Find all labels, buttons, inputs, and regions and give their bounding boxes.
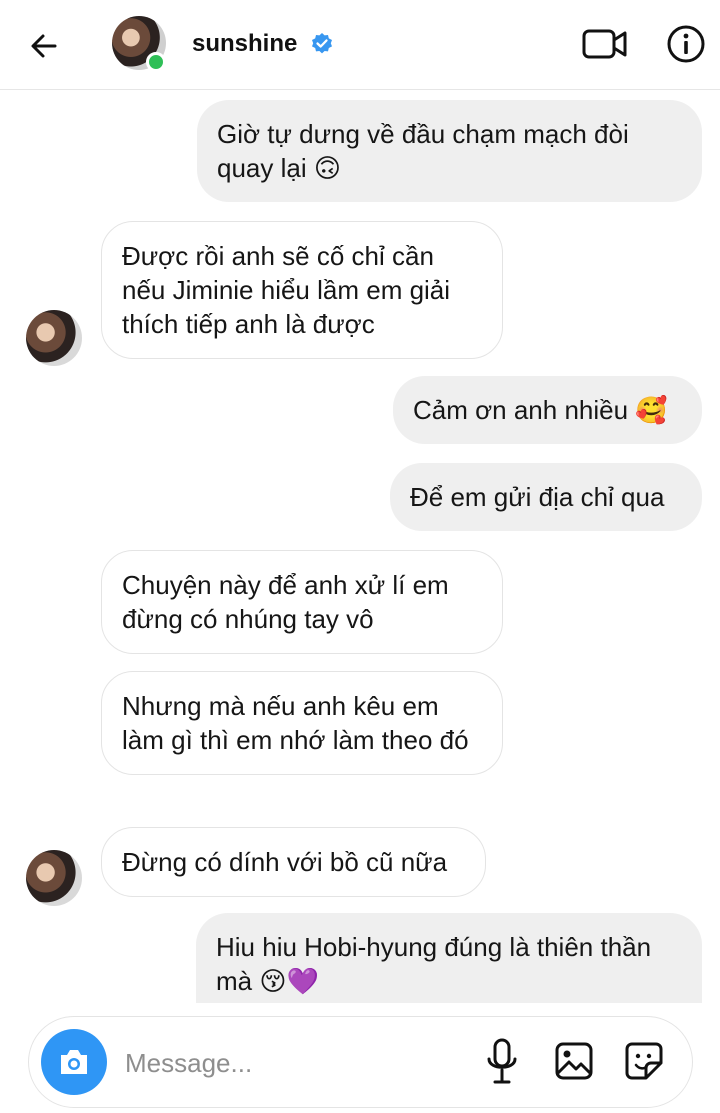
video-call-icon[interactable] xyxy=(582,26,628,62)
contact-avatar-small[interactable] xyxy=(26,310,82,366)
contact-avatar-small[interactable] xyxy=(26,850,82,906)
info-icon[interactable] xyxy=(666,24,706,64)
message-bubble-incoming[interactable]: Được rồi anh sẽ cố chỉ cần nếu Jiminie h… xyxy=(101,221,503,359)
back-arrow-icon xyxy=(31,34,57,58)
gallery-icon[interactable] xyxy=(554,1041,594,1081)
sticker-icon[interactable] xyxy=(624,1041,664,1081)
message-bubble-outgoing[interactable]: Để em gửi địa chỉ qua xyxy=(390,463,702,531)
message-composer xyxy=(28,1016,693,1108)
online-status-dot xyxy=(146,52,166,72)
message-bubble-outgoing[interactable]: Cảm ơn anh nhiều 🥰 xyxy=(393,376,702,444)
message-input[interactable] xyxy=(125,1043,425,1083)
message-bubble-incoming[interactable]: Nhưng mà nếu anh kêu em làm gì thì em nh… xyxy=(101,671,503,775)
camera-button[interactable] xyxy=(41,1029,107,1095)
message-bubble-incoming[interactable]: Chuyện này để anh xử lí em đừng có nhúng… xyxy=(101,550,503,654)
contact-name[interactable]: sunshine xyxy=(192,30,297,58)
microphone-icon[interactable] xyxy=(484,1037,520,1087)
camera-icon xyxy=(61,1050,87,1074)
chat-header: sunshine xyxy=(0,0,720,90)
message-bubble-incoming[interactable]: Đừng có dính với bồ cũ nữa xyxy=(101,827,486,897)
message-bubble-outgoing[interactable]: Giờ tự dưng về đầu chạm mạch đòi quay lạ… xyxy=(197,100,702,202)
verified-badge-icon xyxy=(312,33,332,54)
back-button[interactable] xyxy=(24,26,64,66)
message-bubble-outgoing[interactable]: Hiu hiu Hobi-hyung đúng là thiên thần mà… xyxy=(196,913,702,1003)
